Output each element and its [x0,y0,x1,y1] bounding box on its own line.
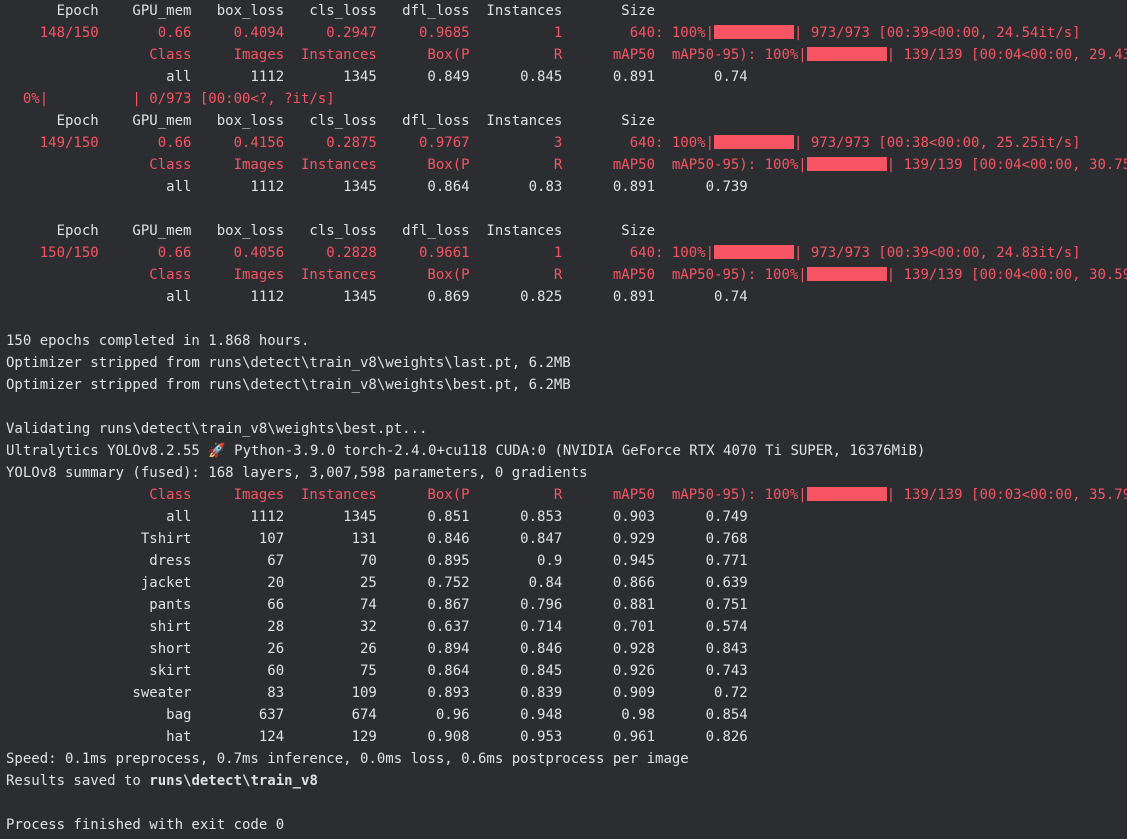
progress-bar [714,25,795,39]
console-line: Optimizer stripped from runs\detect\trai… [6,352,1127,374]
console-line: 150 epochs completed in 1.868 hours. [6,330,1127,352]
console-line: sweater 83 109 0.893 0.839 0.909 0.72 [6,682,1127,704]
progress-prefix: Class Images Instances Box(P R mAP50 mAP… [6,157,807,173]
progress-suffix: | 139/139 [00:04<00:00, 29.43it/s] [886,47,1127,63]
console-line-text: 150 epochs completed in 1.868 hours. [6,333,310,349]
console-line-text: Tshirt 107 131 0.846 0.847 0.929 0.768 [6,531,748,547]
console-line: all 1112 1345 0.869 0.825 0.891 0.74 [6,286,1127,308]
progress-prefix: 150/150 0.66 0.4056 0.2828 0.9661 1 640:… [6,245,715,261]
console-line-text: all 1112 1345 0.849 0.845 0.891 0.74 [6,69,748,85]
console-line: Epoch GPU_mem box_loss cls_loss dfl_loss… [6,220,1127,242]
progress-line: Class Images Instances Box(P R mAP50 mAP… [6,264,1127,286]
console-line-text: Optimizer stripped from runs\detect\trai… [6,355,571,371]
console-line: short 26 26 0.894 0.846 0.928 0.843 [6,638,1127,660]
progress-bar [714,135,795,149]
results-prefix: Results saved to [6,773,150,789]
console-line-text: Validating runs\detect\train_v8\weights\… [6,421,428,437]
progress-line: 149/150 0.66 0.4156 0.2875 0.9767 3 640:… [6,132,1127,154]
console-line-text: all 1112 1345 0.851 0.853 0.903 0.749 [6,509,748,525]
progress-line: Class Images Instances Box(P R mAP50 mAP… [6,44,1127,66]
console-line-text: Process finished with exit code 0 [6,817,285,833]
progress-bar [806,157,887,171]
console-line: dress 67 70 0.895 0.9 0.945 0.771 [6,550,1127,572]
console-line: 0%| | 0/973 [00:00<?, ?it/s] [6,88,1127,110]
progress-suffix: | 973/973 [00:39<00:00, 24.54it/s] [794,25,1081,41]
console-line: Epoch GPU_mem box_loss cls_loss dfl_loss… [6,0,1127,22]
console-line: all 1112 1345 0.849 0.845 0.891 0.74 [6,66,1127,88]
progress-prefix: 149/150 0.66 0.4156 0.2875 0.9767 3 640:… [6,135,715,151]
console-line-text: shirt 28 32 0.637 0.714 0.701 0.574 [6,619,748,635]
progress-prefix: Class Images Instances Box(P R mAP50 mAP… [6,47,807,63]
console-line: Validating runs\detect\train_v8\weights\… [6,418,1127,440]
progress-suffix: | 139/139 [00:04<00:00, 30.59it/s] [886,267,1127,283]
progress-bar [806,267,887,281]
progress-suffix: | 973/973 [00:38<00:00, 25.25it/s] [794,135,1081,151]
progress-prefix: Class Images Instances Box(P R mAP50 mAP… [6,487,807,503]
console-line-text: YOLOv8 summary (fused): 168 layers, 3,00… [6,465,588,481]
results-path-link[interactable]: runs\detect\train_v8 [149,773,318,789]
terminal-output[interactable]: Epoch GPU_mem box_loss cls_loss dfl_loss… [0,0,1127,839]
console-line-text: 0%| | 0/973 [00:00<?, ?it/s] [6,91,335,107]
console-line-text: Epoch GPU_mem box_loss cls_loss dfl_loss… [6,3,656,19]
console-line-text: pants 66 74 0.867 0.796 0.881 0.751 [6,597,748,613]
console-line-text: Speed: 0.1ms preprocess, 0.7ms inference… [6,751,689,767]
console-line-text: sweater 83 109 0.893 0.839 0.909 0.72 [6,685,748,701]
progress-line: 150/150 0.66 0.4056 0.2828 0.9661 1 640:… [6,242,1127,264]
console-line: hat 124 129 0.908 0.953 0.961 0.826 [6,726,1127,748]
console-line: Ultralytics YOLOv8.2.55 🚀 Python-3.9.0 t… [6,440,1127,462]
console-line-text: skirt 60 75 0.864 0.845 0.926 0.743 [6,663,748,679]
console-line: pants 66 74 0.867 0.796 0.881 0.751 [6,594,1127,616]
console-line-text: short 26 26 0.894 0.846 0.928 0.843 [6,641,748,657]
console-line-text: all 1112 1345 0.869 0.825 0.891 0.74 [6,289,748,305]
console-line-text: Epoch GPU_mem box_loss cls_loss dfl_loss… [6,113,656,129]
console-line: bag 637 674 0.96 0.948 0.98 0.854 [6,704,1127,726]
console-line: all 1112 1345 0.851 0.853 0.903 0.749 [6,506,1127,528]
progress-prefix: 148/150 0.66 0.4094 0.2947 0.9685 1 640:… [6,25,715,41]
console-line: skirt 60 75 0.864 0.845 0.926 0.743 [6,660,1127,682]
console-line-text: all 1112 1345 0.864 0.83 0.891 0.739 [6,179,748,195]
progress-prefix: Class Images Instances Box(P R mAP50 mAP… [6,267,807,283]
console-line: YOLOv8 summary (fused): 168 layers, 3,00… [6,462,1127,484]
console-line: Speed: 0.1ms preprocess, 0.7ms inference… [6,748,1127,770]
console-line: jacket 20 25 0.752 0.84 0.866 0.639 [6,572,1127,594]
console-line: Process finished with exit code 0 [6,814,1127,836]
progress-line: 148/150 0.66 0.4094 0.2947 0.9685 1 640:… [6,22,1127,44]
console-line-text: Epoch GPU_mem box_loss cls_loss dfl_loss… [6,223,656,239]
console-line: shirt 28 32 0.637 0.714 0.701 0.574 [6,616,1127,638]
console-line: Optimizer stripped from runs\detect\trai… [6,374,1127,396]
console-line-text: Optimizer stripped from runs\detect\trai… [6,377,571,393]
progress-suffix: | 973/973 [00:39<00:00, 24.83it/s] [794,245,1081,261]
results-line: Results saved to runs\detect\train_v8 [6,770,1127,792]
progress-bar [806,47,887,61]
console-line-text: hat 124 129 0.908 0.953 0.961 0.826 [6,729,748,745]
console-line-text: dress 67 70 0.895 0.9 0.945 0.771 [6,553,748,569]
progress-suffix: | 139/139 [00:04<00:00, 30.75it/s] [886,157,1127,173]
progress-line: Class Images Instances Box(P R mAP50 mAP… [6,484,1127,506]
console-line: Tshirt 107 131 0.846 0.847 0.929 0.768 [6,528,1127,550]
console-line-text: Ultralytics YOLOv8.2.55 🚀 Python-3.9.0 t… [6,443,926,459]
console-line-text: bag 637 674 0.96 0.948 0.98 0.854 [6,707,748,723]
progress-bar [714,245,795,259]
console-line: Epoch GPU_mem box_loss cls_loss dfl_loss… [6,110,1127,132]
console-line: all 1112 1345 0.864 0.83 0.891 0.739 [6,176,1127,198]
console-line-text: jacket 20 25 0.752 0.84 0.866 0.639 [6,575,748,591]
progress-suffix: | 139/139 [00:03<00:00, 35.79it/s] [886,487,1127,503]
progress-line: Class Images Instances Box(P R mAP50 mAP… [6,154,1127,176]
progress-bar [806,487,887,501]
